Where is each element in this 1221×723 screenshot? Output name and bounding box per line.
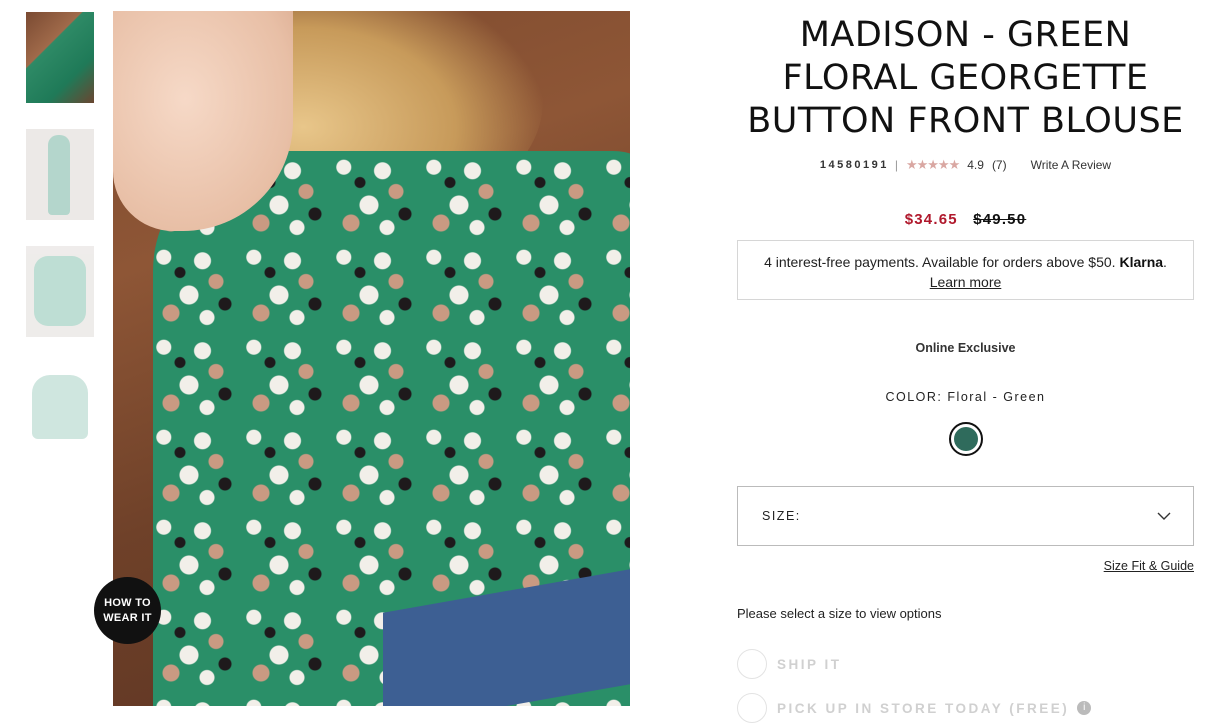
thumbnail-4[interactable] bbox=[26, 363, 94, 454]
size-prompt: Please select a size to view options bbox=[737, 606, 942, 621]
how-to-line1: HOW TO bbox=[104, 596, 151, 609]
star-rating-icon[interactable]: ★★★★★ bbox=[906, 157, 960, 173]
how-to-line2: WEAR IT bbox=[103, 611, 152, 624]
klarna-brand: Klarna bbox=[1119, 254, 1164, 270]
product-title: MADISON - GREEN FLORAL GEORGETTE BUTTON … bbox=[737, 14, 1194, 143]
size-guide-link[interactable]: Size Fit & Guide bbox=[737, 559, 1194, 573]
color-label: COLOR: Floral - Green bbox=[737, 390, 1194, 404]
thumbnail-2[interactable] bbox=[26, 129, 94, 220]
pickup-radio[interactable] bbox=[737, 693, 767, 723]
product-hero-image[interactable] bbox=[113, 11, 630, 706]
title-line-1: MADISON - GREEN bbox=[799, 15, 1132, 55]
pickup-option[interactable]: PICK UP IN STORE TODAY (FREE) i bbox=[737, 693, 1194, 723]
how-to-wear-it-button[interactable]: HOW TO WEAR IT bbox=[94, 577, 161, 644]
thumbnail-figure bbox=[34, 256, 86, 326]
thumbnail-rail bbox=[26, 12, 94, 480]
chevron-down-icon bbox=[1157, 512, 1171, 520]
title-line-3: BUTTON FRONT BLOUSE bbox=[747, 101, 1184, 141]
thumbnail-figure bbox=[32, 375, 88, 439]
ship-it-radio[interactable] bbox=[737, 649, 767, 679]
online-exclusive-badge: Online Exclusive bbox=[915, 341, 1016, 355]
product-info: MADISON - GREEN FLORAL GEORGETTE BUTTON … bbox=[737, 14, 1194, 723]
klarna-banner: 4 interest-free payments. Available for … bbox=[737, 240, 1194, 300]
original-price: $49.50 bbox=[973, 211, 1027, 228]
sku: 14580191 bbox=[819, 159, 889, 171]
klarna-period: . bbox=[1163, 254, 1167, 270]
info-icon[interactable]: i bbox=[1077, 701, 1092, 715]
thumbnail-figure bbox=[48, 135, 70, 215]
rating-value: 4.9 bbox=[967, 158, 984, 172]
ship-it-option[interactable]: SHIP IT bbox=[737, 649, 1194, 679]
title-line-2: FLORAL GEORGETTE bbox=[782, 58, 1149, 98]
review-count[interactable]: (7) bbox=[992, 158, 1007, 172]
color-value: Floral - Green bbox=[947, 390, 1046, 404]
thumbnail-1[interactable] bbox=[26, 12, 94, 103]
size-label: SIZE: bbox=[762, 509, 801, 523]
klarna-text: 4 interest-free payments. Available for … bbox=[764, 254, 1116, 270]
price-block: $34.65 $49.50 bbox=[737, 211, 1194, 228]
klarna-learn-more-link[interactable]: Learn more bbox=[930, 274, 1002, 290]
klarna-line: 4 interest-free payments. Available for … bbox=[738, 252, 1193, 272]
ship-it-label: SHIP IT bbox=[777, 656, 842, 672]
color-swatch-floral-green[interactable] bbox=[948, 422, 983, 456]
size-select[interactable]: SIZE: bbox=[737, 486, 1194, 546]
swatch-fill bbox=[953, 427, 978, 451]
meta-separator: | bbox=[894, 158, 898, 172]
write-review-link[interactable]: Write A Review bbox=[1031, 158, 1111, 172]
pickup-label: PICK UP IN STORE TODAY (FREE) bbox=[777, 700, 1070, 716]
color-label-prefix: COLOR: bbox=[885, 390, 943, 404]
product-meta: 14580191 | ★★★★★ 4.9 (7) Write A Review bbox=[737, 157, 1194, 173]
sale-price: $34.65 bbox=[904, 211, 958, 228]
thumbnail-3[interactable] bbox=[26, 246, 94, 337]
